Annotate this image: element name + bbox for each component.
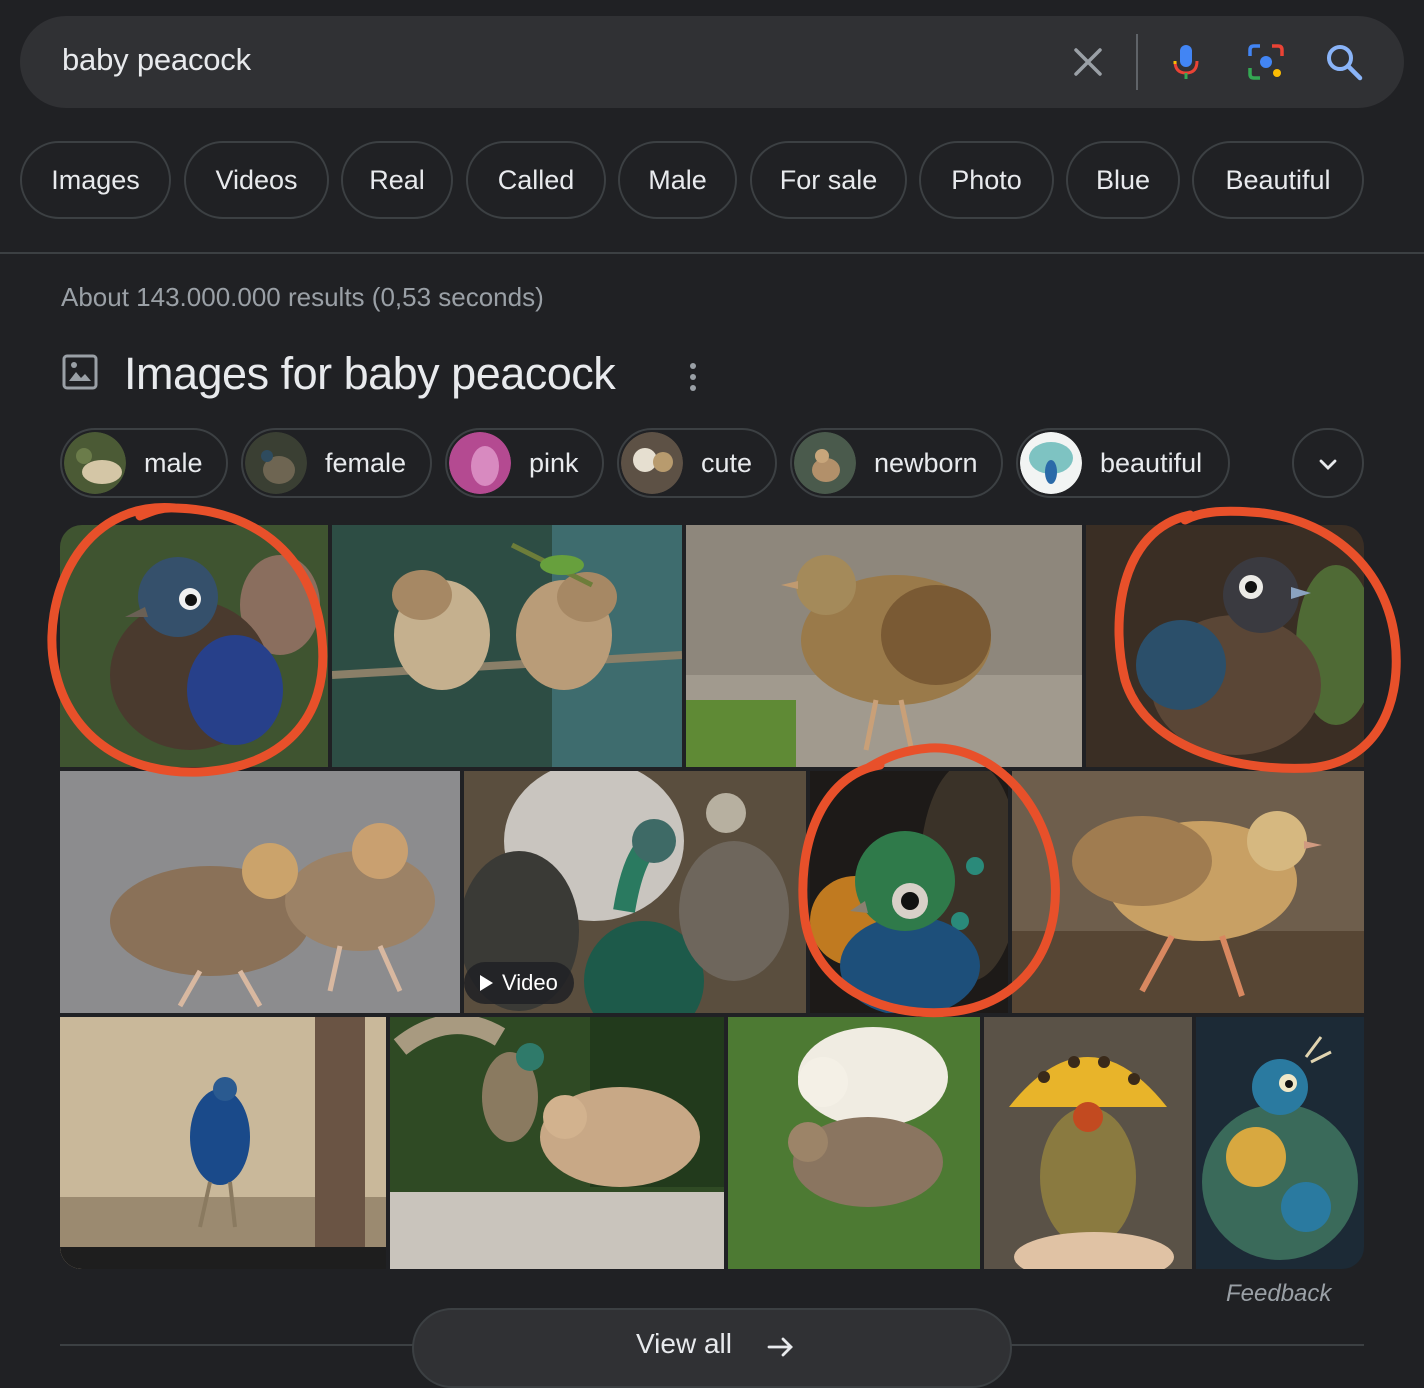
divider	[0, 252, 1424, 254]
play-icon	[480, 975, 493, 991]
chicks-on-branch-image	[332, 525, 682, 767]
image-result[interactable]	[60, 771, 460, 1013]
image-grid	[60, 525, 1364, 1269]
filter-chip-pink[interactable]: pink	[445, 428, 604, 498]
image-result[interactable]	[810, 771, 1008, 1013]
search-divider	[1136, 34, 1138, 90]
filter-chip-label: male	[144, 448, 203, 478]
image-result[interactable]	[1086, 525, 1364, 767]
image-result[interactable]	[60, 525, 328, 767]
arrow-right-icon	[767, 1337, 793, 1357]
chip-male[interactable]: Male	[618, 141, 737, 219]
peacock-ornament-image	[1196, 1017, 1364, 1269]
image-result[interactable]	[686, 525, 1082, 767]
search-bar[interactable]: baby peacock	[20, 16, 1404, 108]
chick-on-gravel-image	[686, 525, 1082, 767]
chevron-down-icon	[1319, 459, 1337, 470]
image-result[interactable]	[728, 1017, 980, 1269]
camera-lens-icon[interactable]	[1246, 42, 1286, 82]
search-icon[interactable]	[1324, 42, 1364, 82]
peacock-chick-image	[60, 1017, 386, 1269]
filter-chip-label: female	[325, 448, 407, 478]
two-chicks-on-grass-image	[728, 1017, 980, 1269]
chick-image	[60, 525, 328, 767]
image-result[interactable]	[984, 1017, 1192, 1269]
image-result[interactable]	[60, 1017, 386, 1269]
filter-chip-label: cute	[701, 448, 753, 478]
thumbnail-pink	[449, 432, 511, 494]
view-all-button[interactable]: View all	[412, 1308, 1012, 1388]
video-badge[interactable]: Video	[464, 962, 574, 1004]
chip-beautiful[interactable]: Beautiful	[1192, 141, 1364, 219]
filter-chip-female[interactable]: female	[241, 428, 432, 498]
peahen-feeding-chick-image	[390, 1017, 724, 1269]
chick-image	[1086, 525, 1364, 767]
search-input[interactable]: baby peacock	[62, 42, 251, 78]
filter-chip-label: newborn	[874, 448, 978, 478]
chip-real[interactable]: Real	[341, 141, 453, 219]
chick-with-fan-image	[984, 1017, 1192, 1269]
image-result[interactable]	[1196, 1017, 1364, 1269]
chip-photo[interactable]: Photo	[919, 141, 1054, 219]
chip-for-sale[interactable]: For sale	[750, 141, 907, 219]
chip-images[interactable]: Images	[20, 141, 171, 219]
thumbnail-newborn	[794, 432, 856, 494]
chip-blue[interactable]: Blue	[1066, 141, 1180, 219]
filter-chip-label: pink	[529, 448, 579, 478]
images-section-title[interactable]: Images for baby peacock	[124, 348, 616, 400]
filter-chip-male[interactable]: male	[60, 428, 228, 498]
filter-chip-cute[interactable]: cute	[617, 428, 777, 498]
microphone-icon[interactable]	[1166, 42, 1206, 82]
chip-called[interactable]: Called	[466, 141, 606, 219]
two-chicks-image	[60, 771, 460, 1013]
view-all-label: View all	[636, 1328, 732, 1359]
thumbnail-beautiful	[1020, 432, 1082, 494]
chip-videos[interactable]: Videos	[184, 141, 329, 219]
image-result[interactable]	[332, 525, 682, 767]
chick-on-dirt-image	[1012, 771, 1364, 1013]
filter-chip-beautiful[interactable]: beautiful	[1016, 428, 1230, 498]
result-stats: About 143.000.000 results (0,53 seconds)	[61, 282, 544, 312]
thumbnail-male	[64, 432, 126, 494]
video-badge-label: Video	[502, 970, 558, 995]
image-icon	[62, 354, 98, 390]
image-result[interactable]	[390, 1017, 724, 1269]
feedback-link[interactable]: Feedback	[1226, 1280, 1331, 1308]
thumbnail-female	[245, 432, 307, 494]
thumbnail-cute	[621, 432, 683, 494]
peacock-chick-image	[810, 771, 1008, 1013]
image-result[interactable]	[1012, 771, 1364, 1013]
filter-chip-label: beautiful	[1100, 448, 1203, 478]
close-icon[interactable]	[1068, 42, 1108, 82]
expand-filters-button[interactable]	[1292, 428, 1364, 498]
more-vert-icon[interactable]	[680, 360, 706, 394]
filter-chip-newborn[interactable]: newborn	[790, 428, 1003, 498]
